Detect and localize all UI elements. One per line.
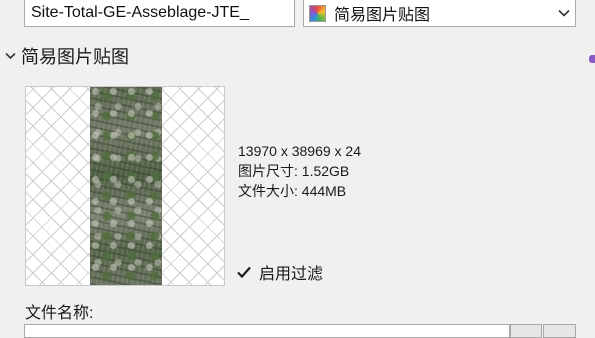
section-title: 简易图片贴图 [21, 47, 129, 67]
file-size: 文件大小: 444MB [238, 183, 347, 199]
filter-checkbox[interactable] [235, 263, 253, 281]
chevron-down-icon [553, 1, 575, 26]
image-preview [25, 86, 225, 286]
name-input[interactable]: Site-Total-GE-Asseblage-JTE_ [24, 0, 295, 27]
filename-input[interactable] [24, 324, 510, 338]
image-size: 图片尺寸: 1.52GB [238, 163, 350, 179]
browse-button[interactable] [510, 324, 542, 338]
color-swatch-icon [309, 4, 326, 22]
section-header[interactable]: 简易图片贴图 [0, 43, 129, 69]
side-indicator-dot [589, 55, 595, 63]
map-thumbnail [90, 87, 162, 285]
filename-label: 文件名称: [25, 305, 94, 322]
collapse-chevron-icon[interactable] [3, 49, 17, 63]
filter-checkbox-row[interactable]: 启用过滤 [235, 262, 324, 283]
mode-select[interactable]: 简易图片贴图 [303, 0, 576, 27]
reload-button[interactable] [543, 324, 576, 338]
image-dimensions: 13970 x 38969 x 24 [238, 143, 361, 159]
image-info: 13970 x 38969 x 24 图片尺寸: 1.52GB 文件大小: 44… [238, 141, 361, 201]
mode-select-value: 简易图片贴图 [334, 7, 431, 24]
filter-label: 启用过滤 [259, 266, 324, 283]
